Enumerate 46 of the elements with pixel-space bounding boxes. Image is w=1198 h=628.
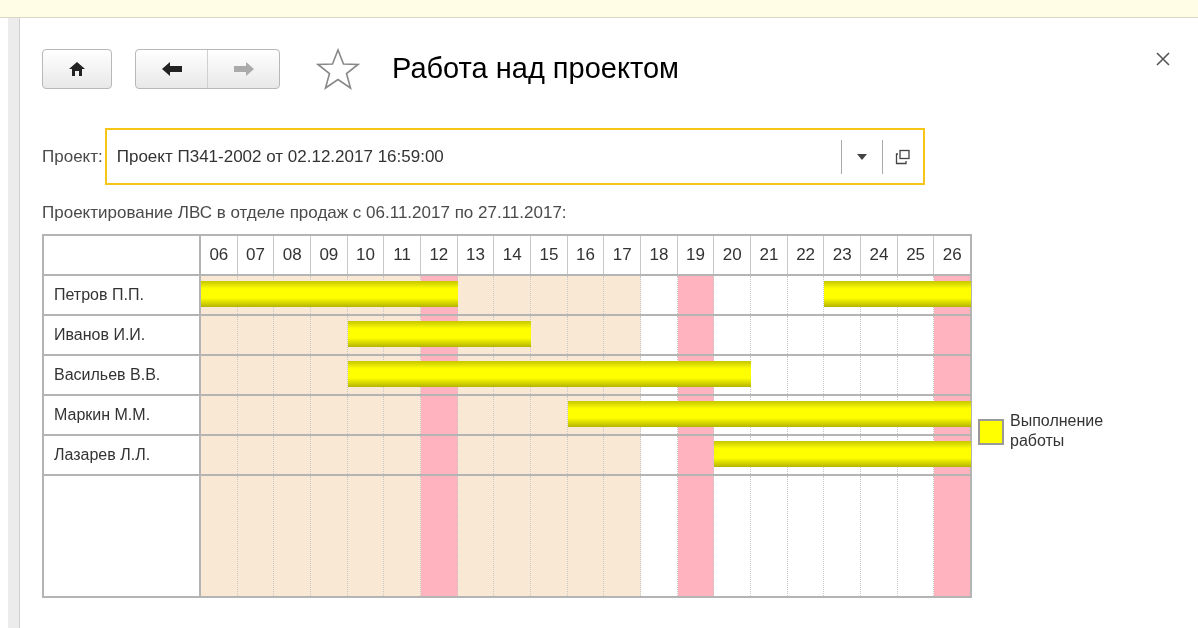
- dropdown-caret-icon[interactable]: [856, 153, 867, 160]
- day-header: 25: [897, 235, 935, 274]
- day-header: 15: [531, 235, 568, 274]
- star-icon[interactable]: [316, 48, 360, 90]
- work-bar-segment: [347, 320, 385, 347]
- project-field[interactable]: Проект П341-2002 от 02.12.2017 16:59:00: [104, 128, 925, 185]
- day-header: 21: [751, 235, 788, 274]
- window-title: Работа над проектом: [392, 51, 679, 87]
- day-header: 12: [421, 235, 458, 274]
- day-header: 16: [567, 235, 605, 274]
- day-header: 11: [384, 235, 422, 274]
- period-caption: Проектирование ЛВС в отделе продаж с 06.11.2017 по 27.11.2017:: [42, 202, 568, 224]
- work-bar-segment: [494, 320, 532, 347]
- day-header: 14: [494, 235, 532, 274]
- field-label: Проект:: [42, 145, 103, 168]
- work-bar-segment: [824, 280, 862, 307]
- day-header: 17: [604, 235, 642, 274]
- work-bar-segment: [934, 280, 972, 307]
- forward-arrow-icon: [232, 61, 255, 77]
- day-header: 22: [787, 235, 825, 274]
- open-window-icon[interactable]: [894, 148, 911, 165]
- day-header: 09: [311, 235, 348, 274]
- back-arrow-icon: [160, 61, 183, 77]
- day-header: 26: [941, 243, 963, 266]
- day-header: 07: [237, 235, 275, 274]
- legend-label: Выполнение работы: [1010, 410, 1105, 451]
- day-header: 08: [274, 235, 311, 274]
- work-bar-segment: [714, 360, 752, 387]
- home-icon: [68, 61, 86, 77]
- day-header: 19: [677, 235, 715, 274]
- work-bar-segment: [347, 360, 385, 387]
- work-bar-segment: [421, 280, 458, 307]
- home-button[interactable]: [42, 49, 112, 89]
- day-header: 20: [714, 235, 752, 274]
- day-header: 23: [824, 235, 862, 274]
- day-header: 24: [861, 235, 898, 274]
- work-bar-segment: [201, 280, 238, 307]
- day-header: 10: [347, 235, 385, 274]
- work-bar-segment: [567, 400, 605, 427]
- day-header: 06: [201, 235, 238, 274]
- close-icon[interactable]: [1156, 52, 1170, 66]
- day-header: 13: [457, 235, 495, 274]
- day-header: 18: [641, 235, 678, 274]
- work-bar-segment: [714, 440, 752, 467]
- work-bar-segment: [934, 440, 972, 467]
- work-bar-segment: [934, 400, 972, 427]
